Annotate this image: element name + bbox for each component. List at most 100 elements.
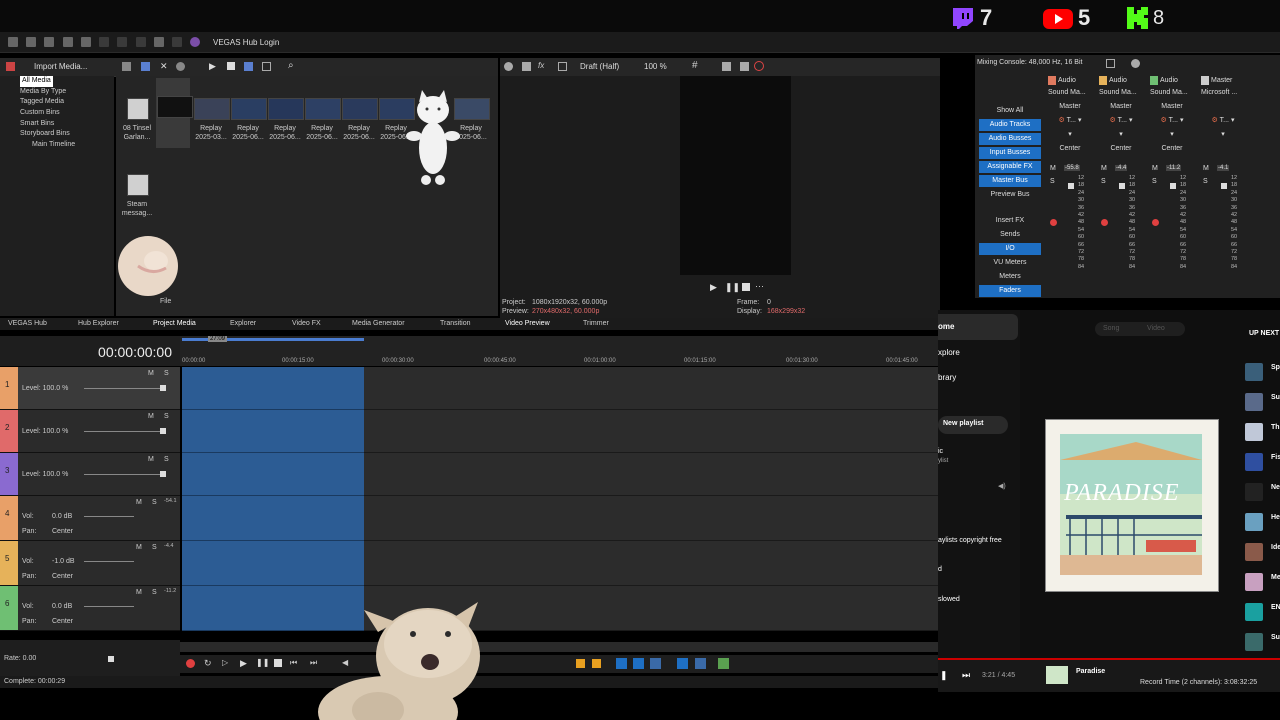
track-number[interactable]: 3 [0,453,18,495]
hub-login-link[interactable]: VEGAS Hub Login [213,38,279,47]
tab-video-preview[interactable]: Video Preview [505,318,550,330]
play-from-start-icon[interactable]: ▷ [222,658,228,667]
queue-thumbnail[interactable] [1245,543,1263,561]
auto-preview-icon[interactable] [244,62,253,71]
queue-thumbnail[interactable] [1245,603,1263,621]
remove-icon[interactable]: ✕ [160,61,168,72]
queue-item-title[interactable]: Sp [1271,364,1280,371]
preview-quality-select[interactable]: Draft (Half) [580,62,619,71]
tab-vegas-hub[interactable]: VEGAS Hub [8,318,47,330]
track-number[interactable]: 5 [0,541,18,585]
save-snapshot-icon[interactable] [740,62,749,71]
track-number[interactable]: 1 [0,367,18,409]
strip-fx-slot[interactable]: ⚙ T... ▾ [1199,114,1247,128]
split-screen-icon[interactable] [558,62,567,71]
tree-item-custom-bins[interactable]: Custom Bins [0,108,114,119]
track-mute-button[interactable]: M [148,370,154,377]
queue-item-title[interactable]: Fis [1271,454,1280,461]
track-header[interactable]: 6 M S Vol: 0.0 dB Pan: Center -11.2 [0,586,180,631]
queue-item-title[interactable]: Th [1271,424,1280,431]
mixer-filter-button[interactable]: Show All [979,105,1041,117]
playlist-item[interactable]: d [938,566,942,573]
queue-item-title[interactable]: He [1271,514,1280,521]
strip-name[interactable]: Audio [1097,75,1145,86]
open-icon[interactable] [26,37,37,47]
track-solo-button[interactable]: S [152,499,157,506]
strip-pan-dropdown[interactable]: ▾ [1199,128,1247,142]
mute-button[interactable]: M [1203,165,1209,172]
strip-output[interactable]: Master [1097,100,1145,114]
timeline-clip[interactable] [182,496,364,541]
stop-button[interactable] [274,659,282,667]
queue-thumbnail[interactable] [1245,423,1263,441]
playlist-item[interactable]: aylists copyright free [938,537,1002,544]
edit-tool-icon[interactable] [650,658,661,669]
import-media-button[interactable]: Import Media... [34,62,87,71]
rate-slider[interactable] [108,656,114,662]
ignore-grouping-icon[interactable] [695,658,706,669]
preview-more-icon[interactable]: ··· [755,281,764,291]
queue-item-title[interactable]: Ide [1271,544,1280,551]
tree-item-storyboard-bins[interactable]: Storyboard Bins [0,129,114,140]
save-icon[interactable] [44,37,55,47]
song-video-toggle[interactable]: Song Video [1095,322,1185,336]
stop-icon[interactable] [227,62,235,70]
volume-fader[interactable] [1170,183,1176,189]
strip-device[interactable]: Sound Ma... [1097,86,1145,100]
save-as-icon[interactable] [62,37,73,47]
queue-thumbnail[interactable] [1245,363,1263,381]
track-number[interactable]: 6 [0,586,18,630]
next-track-icon[interactable]: ⏭ [962,670,970,681]
timeline-clip[interactable] [182,410,364,453]
tab-trimmer[interactable]: Trimmer [583,318,609,330]
track-header[interactable]: 4 M S Vol: 0.0 dB Pan: Center -54.1 [0,496,180,541]
strip-output[interactable]: Master [1148,100,1196,114]
mixer-settings-icon[interactable] [1131,59,1140,68]
tree-item-smart-bins[interactable]: Smart Bins [0,119,114,130]
track-mute-button[interactable]: M [136,544,142,551]
track-header[interactable]: 1 M S Level: 100.0 % [0,367,180,410]
track-number[interactable]: 4 [0,496,18,540]
track-mute-button[interactable]: M [136,499,142,506]
arm-record-button[interactable] [1101,219,1108,226]
strip-output[interactable]: Master [1046,100,1094,114]
mixer-filter-button[interactable]: VU Meters [979,257,1041,269]
tab-media-generator[interactable]: Media Generator [352,318,405,330]
track-solo-button[interactable]: S [152,544,157,551]
cursor-tools-icon[interactable] [718,658,729,669]
queue-thumbnail[interactable] [1245,573,1263,591]
playlist-item[interactable]: ylist [938,458,948,464]
copy-icon[interactable] [117,37,128,47]
play-button[interactable]: ▶ [240,658,247,669]
go-to-start-icon[interactable]: ⏮ [290,658,297,668]
queue-thumbnail[interactable] [1245,513,1263,531]
strip-device[interactable]: Microsoft ... [1199,86,1247,100]
mixer-filter-button[interactable]: Sends [979,229,1041,241]
volume-fader[interactable] [1119,183,1125,189]
playlist-item[interactable]: ic [938,448,943,455]
mixer-filter-button[interactable]: Audio Busses [979,133,1041,145]
queue-item-title[interactable]: Ne [1271,484,1280,491]
track-header[interactable]: 5 M S Vol: -1.0 dB Pan: Center -4.4 [0,541,180,586]
track-number[interactable]: 2 [0,410,18,452]
media-thumb-selected[interactable] [156,78,193,148]
media-thumb[interactable]: Replay 2025-06... [267,80,304,141]
new-file-icon[interactable] [8,37,18,47]
paste-icon[interactable] [135,37,146,47]
marker-icon[interactable] [576,659,585,668]
mixer-filter-button[interactable]: Insert FX [979,215,1041,227]
vegas-hub-icon[interactable] [190,37,201,47]
track-level-slider[interactable] [84,474,162,475]
volume-slider[interactable] [84,606,134,607]
timecode-display[interactable]: 00:00:00:00 [98,344,172,360]
strip-output[interactable] [1199,100,1247,114]
strip-name[interactable]: Master [1199,75,1247,86]
undo-icon[interactable] [153,37,164,47]
tab-project-media[interactable]: Project Media [153,318,196,330]
queue-thumbnail[interactable] [1245,393,1263,411]
media-thumb[interactable]: Replay 2025-06... [230,80,267,141]
tree-item-all-media[interactable]: All Media [0,76,114,87]
mixer-filter-button[interactable]: Input Busses [979,147,1041,159]
properties-icon[interactable] [176,62,185,71]
tree-item-media-by-type[interactable]: Media By Type [0,87,114,98]
